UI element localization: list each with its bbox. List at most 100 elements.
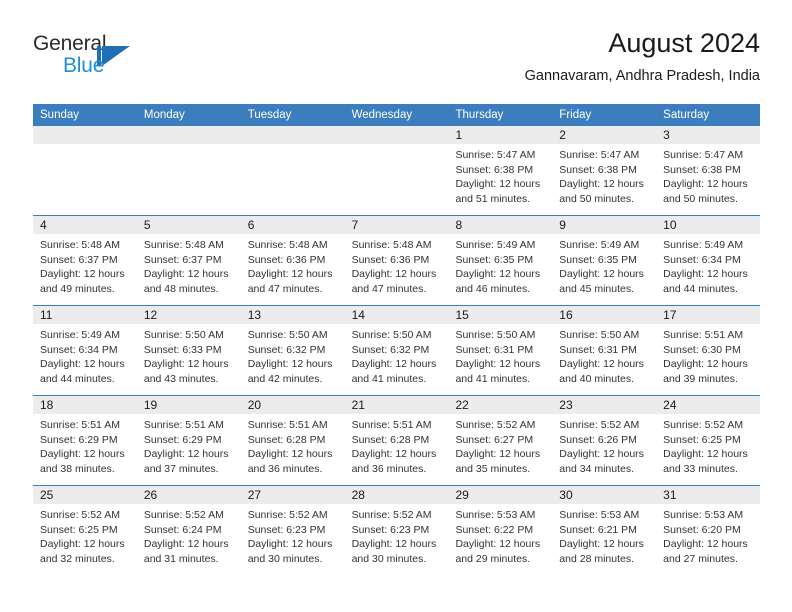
day-number: 3: [663, 128, 670, 142]
day-cell[interactable]: 16 Sunrise: 5:50 AM Sunset: 6:31 PM Dayligh…: [552, 306, 657, 395]
day-cell[interactable]: 28 Sunrise: 5:52 AM Sunset: 6:23 PM Dayligh…: [344, 486, 449, 575]
day-cell[interactable]: 23 Sunrise: 5:52 AM Sunset: 6:26 PM Dayligh…: [552, 396, 657, 485]
day-number-band: 4: [33, 216, 137, 234]
sunrise-text: Sunrise: 5:52 AM: [143, 509, 224, 521]
sunset-text: Sunset: 6:33 PM: [143, 343, 222, 356]
sunset-text: Sunset: 6:22 PM: [455, 523, 534, 536]
day-number: 6: [247, 218, 255, 232]
day-cell[interactable]: 29 Sunrise: 5:53 AM Sunset: 6:22 PM Dayligh…: [448, 486, 553, 575]
day-cell[interactable]: 25 Sunrise: 5:52 AM Sunset: 6:25 PM Dayligh…: [33, 486, 137, 575]
day-cell[interactable]: 11 Sunrise: 5:49 AM Sunset: 6:34 PM Dayligh…: [33, 306, 137, 395]
day-number: 1: [455, 128, 463, 142]
sunrise-text: Sunrise: 5:51 AM: [143, 419, 224, 431]
daylight-text-line1: Daylight: 12 hours: [455, 448, 541, 461]
daylight-text-line2: and 42 minutes.: [247, 372, 323, 385]
daylight-text-line1: Daylight: 12 hours: [247, 448, 333, 461]
day-cell[interactable]: 31 Sunrise: 5:53 AM Sunset: 6:20 PM Dayligh…: [656, 486, 761, 575]
day-cell[interactable]: 3 Sunrise: 5:47 AM Sunset: 6:38 PM Daylight…: [656, 126, 761, 215]
day-number: 29: [455, 488, 469, 502]
daylight-text-line1: Daylight: 12 hours: [663, 448, 748, 461]
sunset-text: Sunset: 6:25 PM: [40, 523, 118, 536]
daylight-text-line2: and 31 minutes.: [143, 552, 219, 565]
day-cell[interactable]: 21 Sunrise: 5:51 AM Sunset: 6:28 PM Dayligh…: [344, 396, 449, 485]
day-number-band: 27: [240, 486, 345, 504]
day-cell[interactable]: 22 Sunrise: 5:52 AM Sunset: 6:27 PM Dayligh…: [448, 396, 553, 485]
day-cell[interactable]: 12 Sunrise: 5:50 AM Sunset: 6:33 PM Dayligh…: [136, 306, 241, 395]
sunrise-text: Sunrise: 5:51 AM: [351, 419, 432, 431]
daylight-text-line1: Daylight: 12 hours: [351, 358, 437, 371]
day-number-band: 8: [448, 216, 553, 234]
daylight-text-line1: Daylight: 12 hours: [40, 448, 125, 461]
day-cell[interactable]: 2 Sunrise: 5:47 AM Sunset: 6:38 PM Daylight…: [552, 126, 657, 215]
sunset-text: Sunset: 6:23 PM: [247, 523, 326, 536]
calendar-week-row: 18 Sunrise: 5:51 AM Sunset: 6:29 PM Dayligh…: [33, 395, 761, 485]
day-details: Sunrise: 5:51 AM Sunset: 6:29 PM Daylight:…: [137, 414, 241, 476]
sunrise-text: Sunrise: 5:49 AM: [663, 239, 744, 251]
day-cell[interactable]: 8 Sunrise: 5:49 AM Sunset: 6:35 PM Daylight…: [448, 216, 553, 305]
daylight-text-line2: and 30 minutes.: [351, 552, 427, 565]
day-cell[interactable]: 6 Sunrise: 5:48 AM Sunset: 6:36 PM Daylight…: [240, 216, 345, 305]
day-details: Sunrise: 5:50 AM Sunset: 6:32 PM Daylight:…: [241, 324, 345, 386]
daylight-text-line1: Daylight: 12 hours: [663, 538, 748, 551]
sunset-text: Sunset: 6:35 PM: [455, 253, 534, 266]
day-number-band: 21: [344, 396, 449, 414]
daylight-text-line2: and 44 minutes.: [40, 372, 115, 385]
sunset-text: Sunset: 6:36 PM: [247, 253, 326, 266]
day-details: Sunrise: 5:51 AM Sunset: 6:30 PM Daylight:…: [656, 324, 760, 386]
sunset-text: Sunset: 6:32 PM: [351, 343, 430, 356]
day-number-band: 2: [552, 126, 657, 144]
day-number: 13: [247, 308, 262, 322]
day-cell[interactable]: 10 Sunrise: 5:49 AM Sunset: 6:34 PM Dayligh…: [656, 216, 761, 305]
weekday-header-monday: Monday: [143, 109, 185, 121]
day-number: 23: [559, 398, 573, 412]
calendar-week-row: 4 Sunrise: 5:48 AM Sunset: 6:37 PM Daylight…: [33, 215, 761, 305]
day-cell[interactable]: 24 Sunrise: 5:52 AM Sunset: 6:25 PM Dayligh…: [656, 396, 761, 485]
day-number-band: 1: [448, 126, 553, 144]
sunset-text: Sunset: 6:25 PM: [663, 433, 741, 446]
day-details: Sunrise: 5:48 AM Sunset: 6:36 PM Daylight:…: [241, 234, 345, 296]
day-number: 31: [663, 488, 677, 502]
daylight-text-line1: Daylight: 12 hours: [559, 178, 644, 191]
day-cell[interactable]: 17 Sunrise: 5:51 AM Sunset: 6:30 PM Dayligh…: [656, 306, 761, 395]
brand-logo[interactable]: General Blue: [33, 32, 173, 88]
day-cell[interactable]: 14 Sunrise: 5:50 AM Sunset: 6:32 PM Dayligh…: [344, 306, 449, 395]
day-number: 25: [40, 488, 54, 502]
sunset-text: Sunset: 6:29 PM: [143, 433, 222, 446]
day-cell-empty: [33, 126, 137, 215]
sunrise-text: Sunrise: 5:50 AM: [351, 329, 432, 341]
day-details: Sunrise: 5:52 AM Sunset: 6:24 PM Daylight:…: [137, 504, 241, 566]
day-cell[interactable]: 4 Sunrise: 5:48 AM Sunset: 6:37 PM Daylight…: [33, 216, 137, 305]
weekday-header-wednesday: Wednesday: [351, 109, 413, 121]
sunrise-text: Sunrise: 5:51 AM: [663, 329, 744, 341]
day-details: Sunrise: 5:50 AM Sunset: 6:31 PM Daylight:…: [448, 324, 552, 386]
sunrise-text: Sunrise: 5:47 AM: [663, 149, 744, 161]
day-cell[interactable]: 30 Sunrise: 5:53 AM Sunset: 6:21 PM Dayligh…: [552, 486, 657, 575]
day-cell[interactable]: 7 Sunrise: 5:48 AM Sunset: 6:36 PM Daylight…: [344, 216, 449, 305]
daylight-text-line1: Daylight: 12 hours: [455, 358, 541, 371]
day-cell[interactable]: 26 Sunrise: 5:52 AM Sunset: 6:24 PM Dayligh…: [136, 486, 241, 575]
day-cell[interactable]: 15 Sunrise: 5:50 AM Sunset: 6:31 PM Dayligh…: [448, 306, 553, 395]
sunset-text: Sunset: 6:34 PM: [663, 253, 741, 266]
day-cell[interactable]: 19 Sunrise: 5:51 AM Sunset: 6:29 PM Dayligh…: [136, 396, 241, 485]
weekday-header-friday: Friday: [559, 109, 592, 121]
sunrise-text: Sunrise: 5:53 AM: [663, 509, 744, 521]
sunset-text: Sunset: 6:24 PM: [143, 523, 222, 536]
calendar-page: General Blue August 2024 Gannavaram, And…: [0, 0, 792, 612]
day-cell[interactable]: 20 Sunrise: 5:51 AM Sunset: 6:28 PM Dayligh…: [240, 396, 345, 485]
day-cell[interactable]: 13 Sunrise: 5:50 AM Sunset: 6:32 PM Dayligh…: [240, 306, 345, 395]
sunrise-text: Sunrise: 5:51 AM: [247, 419, 328, 431]
day-cell[interactable]: 1 Sunrise: 5:47 AM Sunset: 6:38 PM Daylight…: [448, 126, 553, 215]
day-cell[interactable]: 18 Sunrise: 5:51 AM Sunset: 6:29 PM Dayligh…: [33, 396, 137, 485]
day-cell[interactable]: 5 Sunrise: 5:48 AM Sunset: 6:37 PM Daylight…: [136, 216, 241, 305]
day-number-band: 17: [656, 306, 761, 324]
sunset-text: Sunset: 6:38 PM: [559, 163, 637, 176]
day-details: Sunrise: 5:52 AM Sunset: 6:26 PM Daylight:…: [552, 414, 656, 476]
day-cell[interactable]: 9 Sunrise: 5:49 AM Sunset: 6:35 PM Daylight…: [552, 216, 657, 305]
sunrise-text: Sunrise: 5:53 AM: [559, 509, 640, 521]
daylight-text-line2: and 41 minutes.: [455, 372, 531, 385]
day-cell[interactable]: 27 Sunrise: 5:52 AM Sunset: 6:23 PM Dayligh…: [240, 486, 345, 575]
daylight-text-line2: and 28 minutes.: [559, 552, 635, 565]
day-details: Sunrise: 5:52 AM Sunset: 6:27 PM Daylight:…: [448, 414, 552, 476]
sunset-text: Sunset: 6:26 PM: [559, 433, 637, 446]
daylight-text-line1: Daylight: 12 hours: [663, 268, 748, 281]
